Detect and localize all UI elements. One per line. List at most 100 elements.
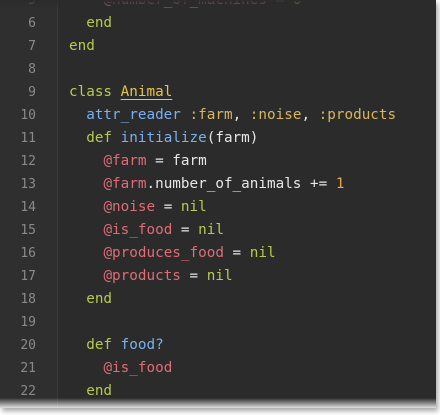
code-line[interactable]: 5 @number_of_machines = 0 — [0, 0, 436, 12]
code-token: 1 — [335, 176, 345, 192]
code-line[interactable]: 9 class Animal — [0, 81, 436, 104]
code-token: @farm — [103, 153, 147, 169]
code-token: end — [86, 15, 113, 31]
code-token: end — [86, 291, 113, 307]
code-text[interactable]: def food? — [69, 334, 163, 357]
code-text[interactable]: @is_food — [69, 357, 172, 380]
code-text[interactable]: class Animal — [69, 81, 172, 104]
code-text[interactable]: @products = nil — [69, 265, 233, 288]
code-token: end — [69, 38, 95, 54]
line-number: 17 — [20, 269, 36, 284]
code-token: nil — [206, 268, 233, 284]
code-line[interactable]: 6 end — [0, 12, 436, 35]
code-token: .number_of_animals += — [146, 176, 336, 192]
line-number: 19 — [20, 315, 36, 330]
line-number: 6 — [28, 16, 36, 31]
code-token: Animal — [120, 84, 173, 100]
code-text[interactable]: end — [69, 288, 112, 311]
code-token: = — [180, 268, 207, 284]
code-line[interactable]: 21 @is_food — [0, 357, 436, 380]
code-line[interactable]: 13 @farm.number_of_animals += 1 — [0, 173, 436, 196]
code-text[interactable]: @noise = nil — [69, 196, 207, 219]
code-token: @farm — [103, 176, 147, 192]
line-number: 9 — [28, 85, 36, 100]
code-token: end — [86, 383, 113, 399]
code-text[interactable]: end — [69, 380, 112, 403]
line-number: 16 — [20, 246, 36, 261]
code-line[interactable]: 18 end — [0, 288, 436, 311]
code-text[interactable]: @is_food = nil — [69, 219, 224, 242]
code-line[interactable]: 22 end — [0, 380, 436, 403]
line-number: 7 — [28, 39, 36, 54]
code-token: nil — [180, 199, 207, 215]
code-text[interactable]: end — [69, 35, 95, 58]
code-line[interactable]: 12 @farm = farm — [0, 150, 436, 173]
code-token: = — [266, 0, 293, 8]
code-line[interactable]: 14 @noise = nil — [0, 196, 436, 219]
code-token: :farm — [189, 107, 233, 123]
code-editor[interactable]: 5 @number_of_machines = 06 end 7 end 8 9 clas… — [0, 0, 436, 408]
code-token: = — [155, 199, 181, 215]
code-text[interactable]: attr_reader :farm, :noise, :products — [69, 104, 396, 127]
code-token: class — [69, 84, 113, 100]
code-line[interactable]: 10 attr_reader :farm, :noise, :products — [0, 104, 436, 127]
code-token: nil — [198, 222, 224, 238]
code-token: (farm) — [206, 130, 259, 146]
code-line[interactable]: 19 — [0, 311, 436, 334]
code-token: , — [301, 107, 319, 123]
code-text[interactable]: @produces_food = nil — [69, 242, 275, 265]
code-token: @produces_food — [103, 245, 224, 261]
line-number: 20 — [20, 338, 36, 353]
code-token: @noise — [103, 199, 156, 215]
code-token: def — [86, 130, 113, 146]
line-number: 21 — [20, 361, 36, 376]
code-token: , — [232, 107, 250, 123]
line-number: 18 — [20, 292, 36, 307]
code-token: @number_of_machines — [103, 0, 267, 8]
code-line[interactable]: 15 @is_food = nil — [0, 219, 436, 242]
code-text[interactable]: end — [69, 12, 112, 35]
code-token: = farm — [146, 153, 207, 169]
code-line[interactable]: 11 def initialize(farm) — [0, 127, 436, 150]
code-token: @products — [103, 268, 181, 284]
code-token: @is_food — [103, 360, 173, 376]
line-number: 5 — [28, 0, 36, 8]
code-text[interactable]: @farm.number_of_animals += 1 — [69, 173, 344, 196]
code-line[interactable]: 20 def food? — [0, 334, 436, 357]
code-token: 0 — [292, 0, 302, 8]
code-lines[interactable]: 5 @number_of_machines = 06 end 7 end 8 9 clas… — [0, 0, 436, 403]
code-line[interactable]: 7 end — [0, 35, 436, 58]
code-token: attr_reader — [86, 107, 181, 123]
code-token: @is_food — [103, 222, 173, 238]
line-number: 8 — [28, 62, 36, 77]
code-token: initialize — [120, 130, 207, 146]
code-text[interactable]: @number_of_machines = 0 — [69, 0, 301, 12]
code-line[interactable]: 17 @products = nil — [0, 265, 436, 288]
line-number: 22 — [20, 384, 36, 399]
code-text[interactable]: def initialize(farm) — [69, 127, 258, 150]
line-number: 11 — [20, 131, 36, 146]
code-text[interactable]: @farm = farm — [69, 150, 207, 173]
code-token: def — [86, 337, 113, 353]
line-number: 14 — [20, 200, 36, 215]
code-line[interactable]: 16 @produces_food = nil — [0, 242, 436, 265]
code-line[interactable]: 8 — [0, 58, 436, 81]
